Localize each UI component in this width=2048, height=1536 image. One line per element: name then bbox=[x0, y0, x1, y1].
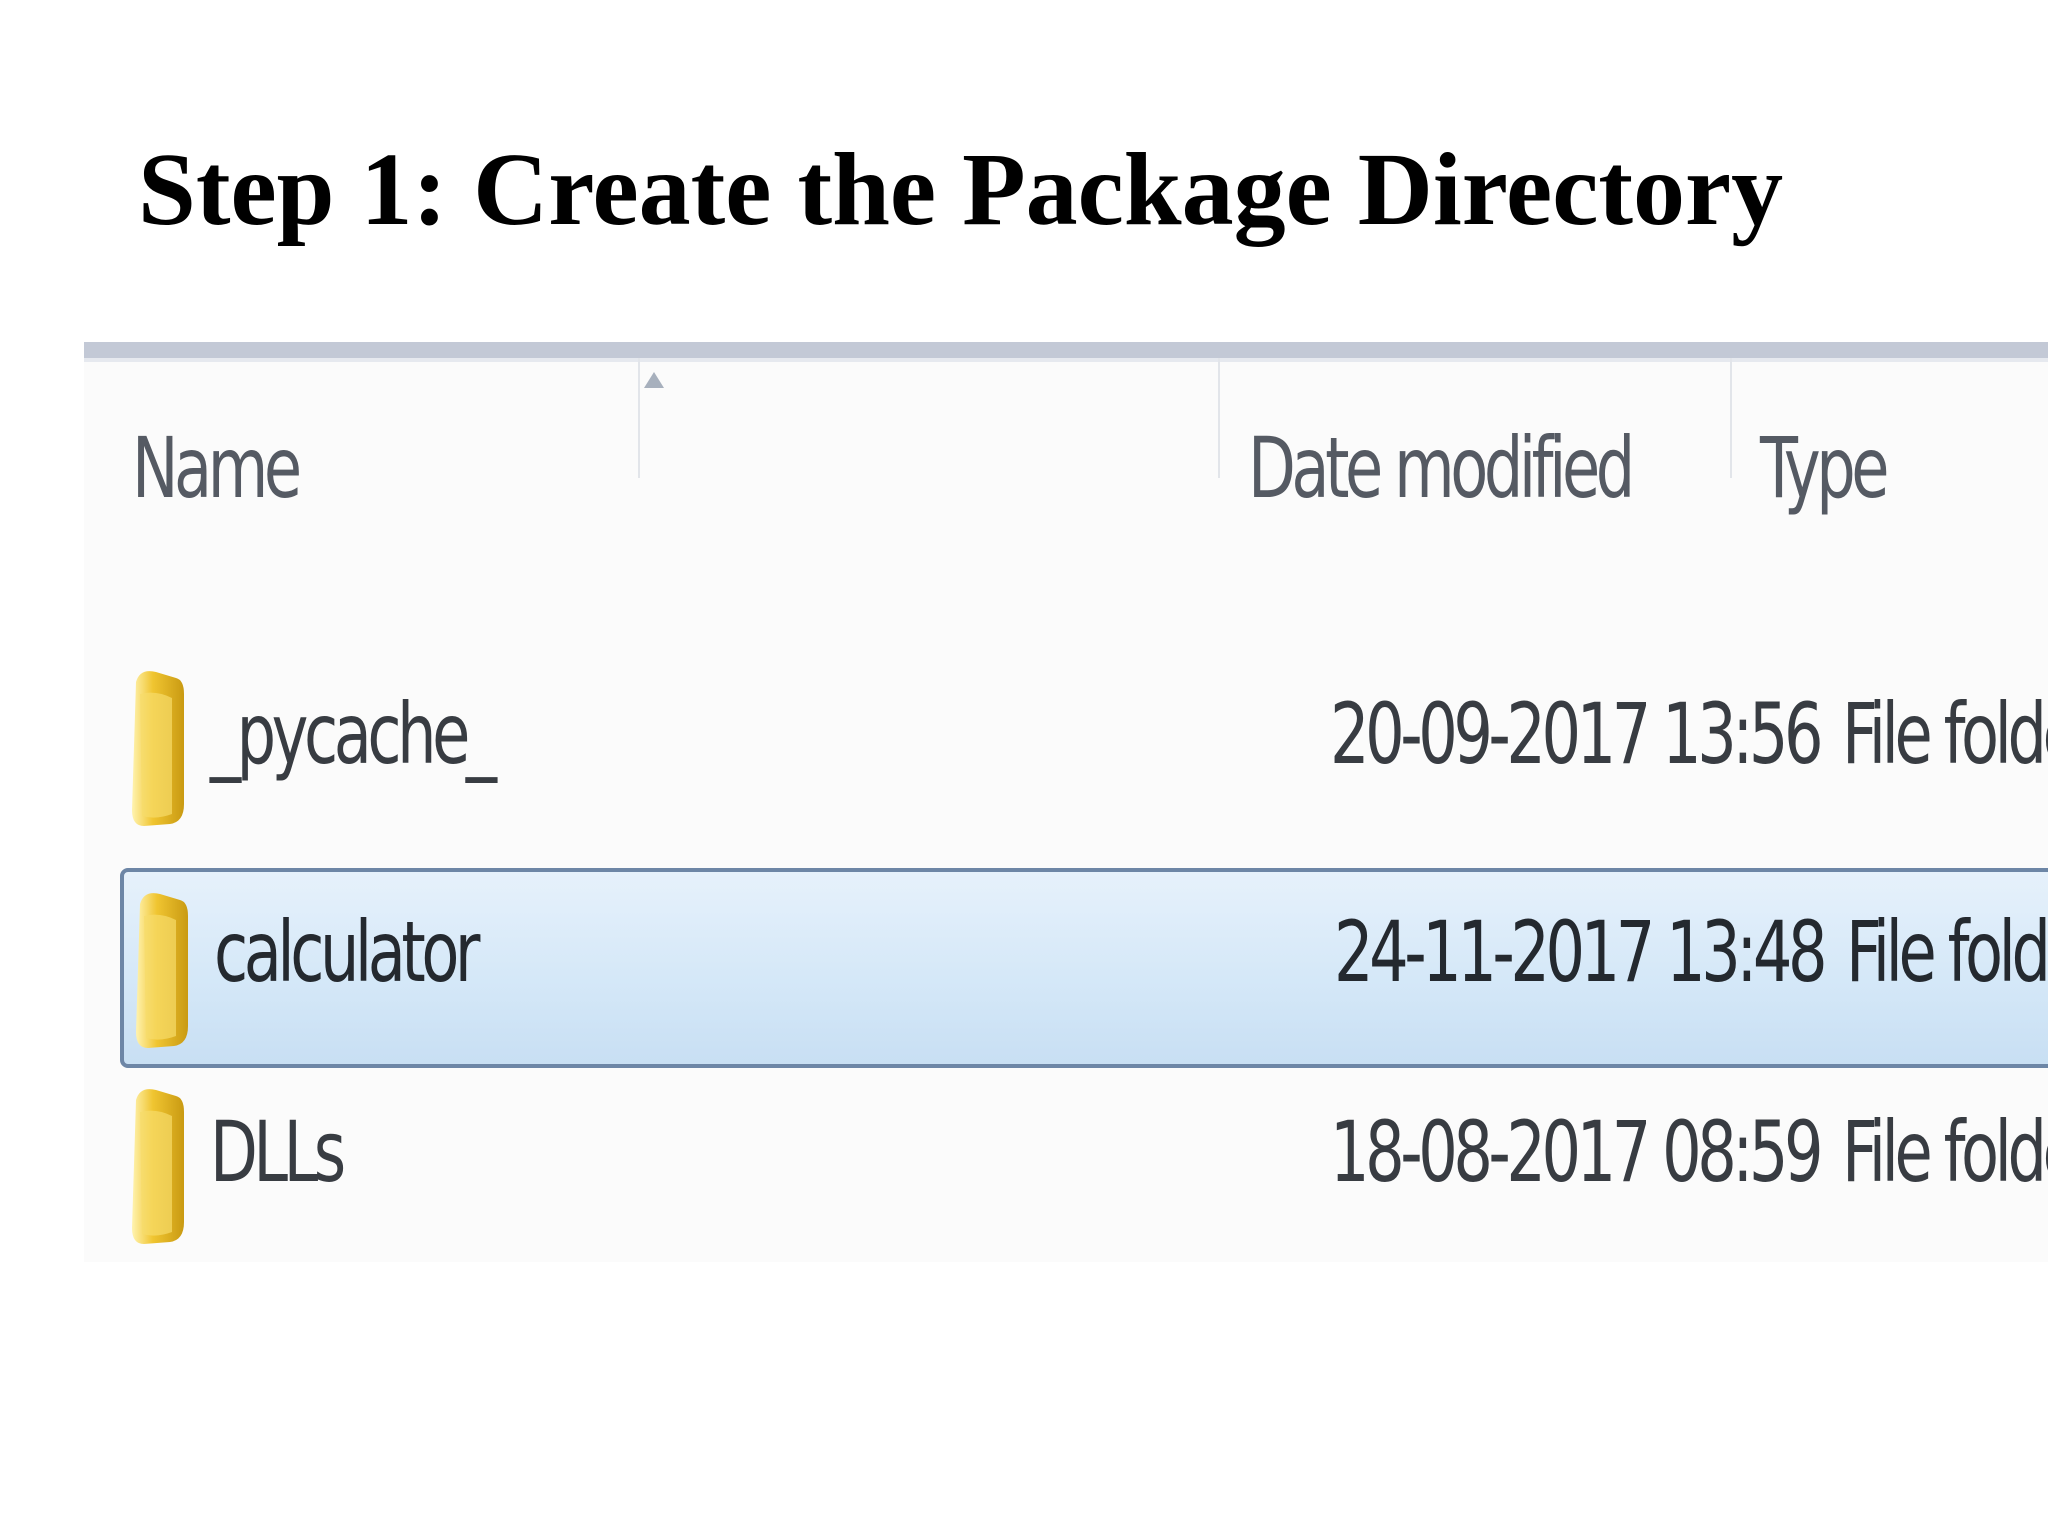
file-type: File folder bbox=[1846, 903, 2048, 1001]
file-date-modified: 24-11-2017 13:48 bbox=[1334, 903, 1828, 1001]
sort-ascending-icon bbox=[644, 372, 664, 388]
file-date-modified: 18-08-2017 08:59 bbox=[1330, 1103, 1824, 1201]
file-row-calculator[interactable]: calculator 24-11-2017 13:48 File folder bbox=[120, 868, 2048, 1068]
file-row-pycache[interactable]: _pycache_ 20-09-2017 13:56 File folder bbox=[120, 650, 2048, 850]
column-separator[interactable] bbox=[638, 358, 640, 478]
file-row-dlls[interactable]: DLLs 18-08-2017 08:59 File folder bbox=[120, 1068, 2048, 1262]
file-name: _pycache_ bbox=[210, 685, 497, 783]
file-date-modified: 20-09-2017 13:56 bbox=[1330, 685, 1824, 783]
slide-title: Step 1: Create the Package Directory bbox=[138, 132, 1784, 247]
column-header-type[interactable]: Type bbox=[1760, 418, 1889, 519]
file-explorer-list: Name Date modified Type _pycache_ 20-09-… bbox=[84, 342, 2048, 1262]
column-separator[interactable] bbox=[1218, 358, 1220, 478]
file-name: DLLs bbox=[210, 1103, 346, 1201]
column-header-date-modified[interactable]: Date modified bbox=[1248, 418, 1635, 519]
file-type: File folder bbox=[1842, 1103, 2048, 1201]
list-top-border bbox=[84, 342, 2048, 362]
folder-icon bbox=[132, 671, 184, 826]
file-type: File folder bbox=[1842, 685, 2048, 783]
folder-icon bbox=[132, 1089, 184, 1244]
file-name: calculator bbox=[214, 903, 480, 1001]
folder-icon bbox=[136, 893, 188, 1048]
column-header-name[interactable]: Name bbox=[132, 418, 302, 519]
column-separator[interactable] bbox=[1730, 358, 1732, 478]
